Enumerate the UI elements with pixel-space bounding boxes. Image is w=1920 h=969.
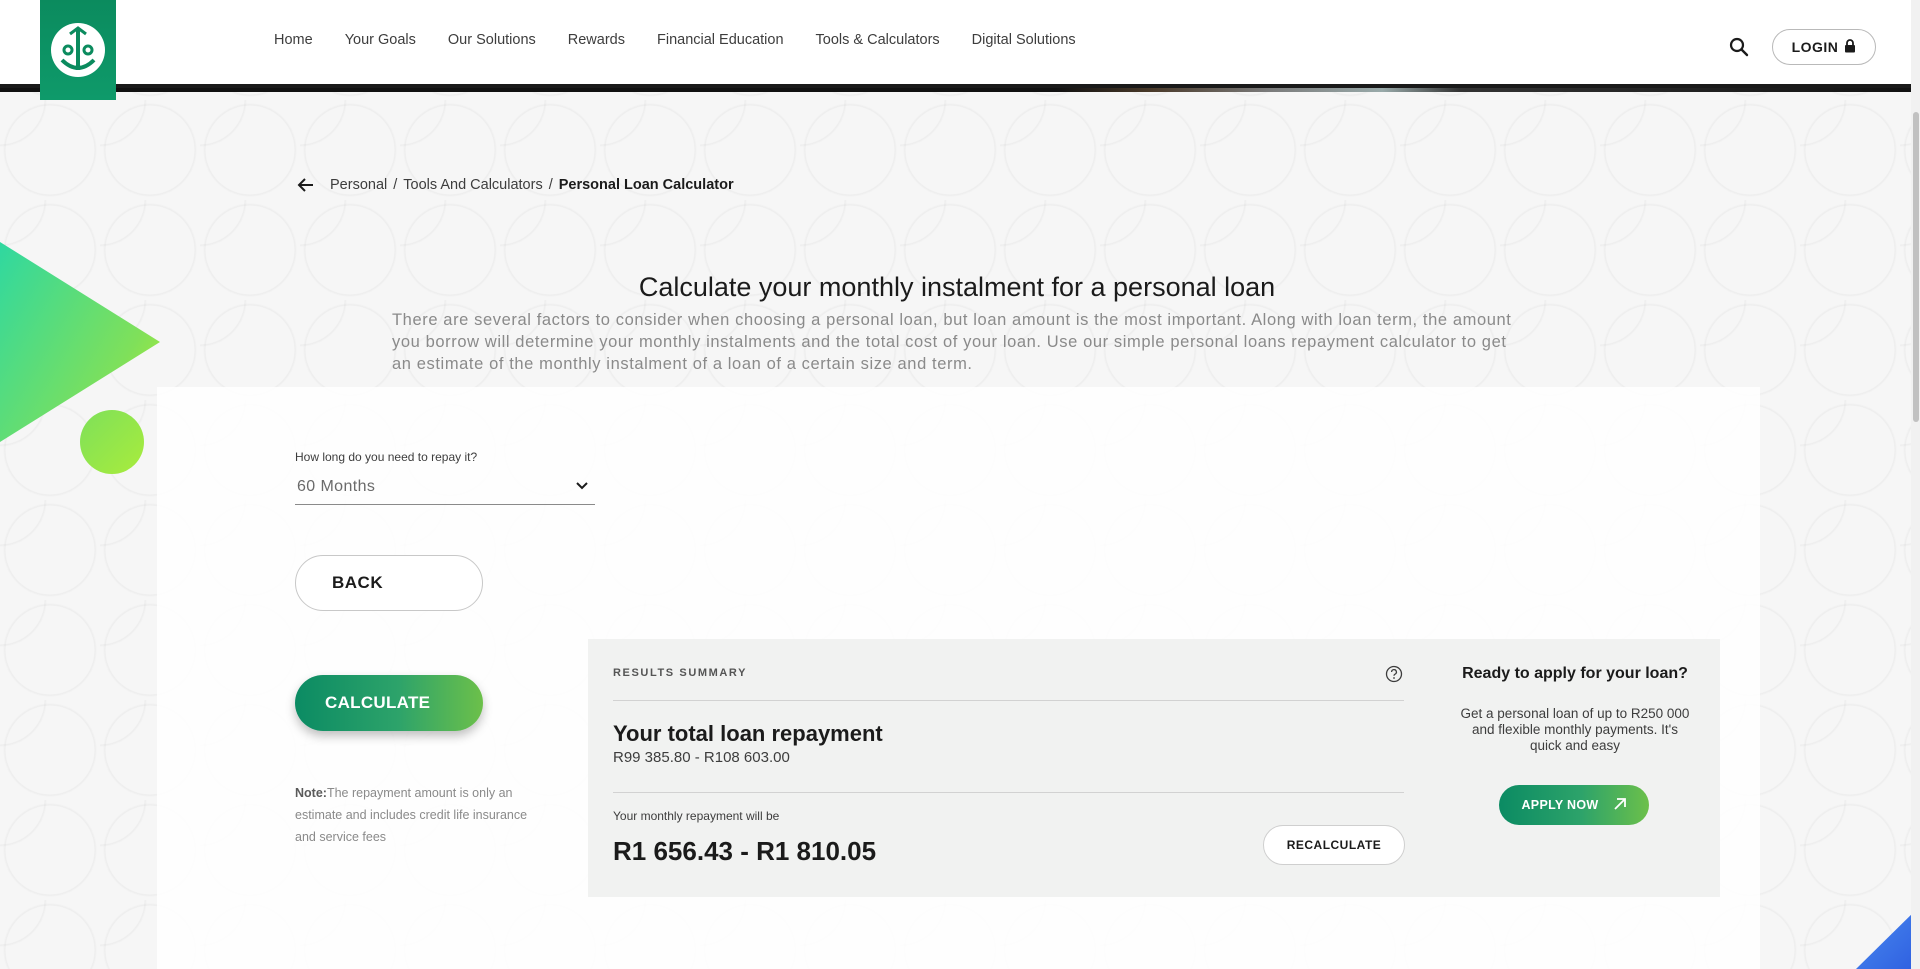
term-value: 60 Months [297,477,376,495]
intro-description: There are several factors to consider wh… [392,311,1512,373]
nav-financial-education[interactable]: Financial Education [657,32,784,48]
monthly-repayment-label: Your monthly repayment will be [613,809,780,823]
chevron-down-icon [575,478,589,496]
login-label: LOGIN [1791,39,1839,55]
apply-description: Get a personal loan of up to R250 000 an… [1460,706,1690,753]
recalculate-button[interactable]: RECALCULATE [1263,825,1405,865]
results-panel: RESULTS SUMMARY Your total loan repaymen… [588,639,1720,897]
breadcrumb-personal[interactable]: Personal [330,177,387,193]
total-repayment-title: Your total loan repayment [613,721,883,746]
apply-title: Ready to apply for your loan? [1462,665,1688,682]
breadcrumb-tools[interactable]: Tools And Calculators [403,177,542,193]
breadcrumb: Personal / Tools And Calculators / Perso… [296,175,734,195]
divider [613,700,1404,701]
arrow-up-right-icon [1613,797,1627,814]
arrow-left-icon[interactable] [296,175,316,195]
breadcrumb-separator: / [393,177,398,193]
calculate-button[interactable]: CALCULATE [295,675,483,731]
nav-rewards[interactable]: Rewards [568,32,625,48]
results-heading: RESULTS SUMMARY [613,667,747,679]
back-button[interactable]: BACK [295,555,483,611]
note-text: The repayment amount is only an estimate… [295,786,528,844]
help-icon[interactable] [1385,665,1403,683]
main-nav: Home Your Goals Our Solutions Rewards Fi… [274,32,1076,48]
nav-our-solutions[interactable]: Our Solutions [448,32,536,48]
divider [613,792,1404,793]
brand-logo[interactable] [40,0,116,100]
repayment-note: Note:The repayment amount is only an est… [295,782,540,848]
breadcrumb-current: Personal Loan Calculator [558,177,734,193]
total-repayment-range: R99 385.80 - R108 603.00 [613,749,790,766]
monthly-repayment-value: R1 656.43 - R1 810.05 [613,836,877,866]
term-label: How long do you need to repay it? [295,450,478,464]
breadcrumb-separator: / [548,177,553,193]
page-title: Calculate your monthly instalment for a … [638,272,1276,302]
nav-tools-calculators[interactable]: Tools & Calculators [816,32,940,48]
apply-now-label: APPLY NOW [1521,798,1599,812]
logo-emblem-icon [51,23,105,77]
apply-now-button[interactable]: APPLY NOW [1499,785,1649,825]
lock-icon [1844,38,1856,56]
term-select[interactable]: 60 Months [295,469,595,505]
note-prefix: Note: [295,786,327,800]
scrollbar-thumb[interactable] [1913,112,1919,422]
site-header: Home Your Goals Our Solutions Rewards Fi… [0,0,1920,88]
search-icon[interactable] [1728,36,1750,58]
nav-digital-solutions[interactable]: Digital Solutions [972,32,1076,48]
nav-home[interactable]: Home [274,32,313,48]
login-button[interactable]: LOGIN [1772,29,1876,65]
nav-your-goals[interactable]: Your Goals [345,32,416,48]
decorative-circle-green [80,410,144,474]
